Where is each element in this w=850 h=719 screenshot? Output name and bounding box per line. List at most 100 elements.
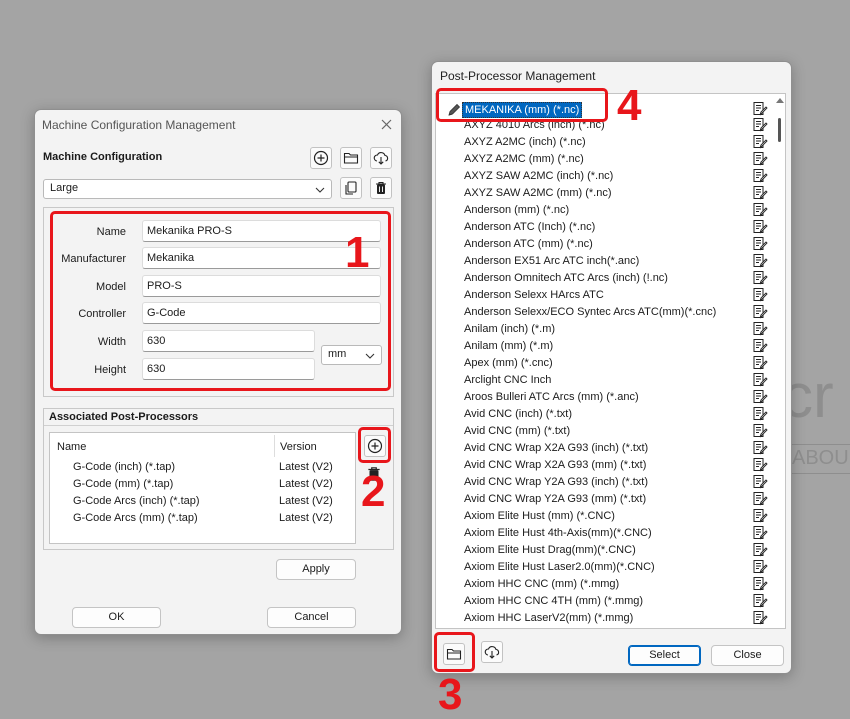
- cloud-download-button[interactable]: [370, 147, 392, 169]
- list-item[interactable]: Axiom HHC LaserV2(mm) (*.mmg): [436, 610, 768, 627]
- edit-document-icon[interactable]: [752, 440, 768, 456]
- edit-document-icon[interactable]: [752, 168, 768, 184]
- list-item[interactable]: Anderson ATC (mm) (*.nc): [436, 236, 768, 253]
- edit-document-icon[interactable]: [752, 457, 768, 473]
- edit-document-icon[interactable]: [752, 253, 768, 269]
- edit-document-icon[interactable]: [752, 593, 768, 609]
- edit-document-icon[interactable]: [752, 236, 768, 252]
- scrollbar-thumb[interactable]: [778, 118, 781, 142]
- close-icon[interactable]: [378, 116, 396, 134]
- folder-icon: [343, 152, 359, 164]
- list-item[interactable]: AXYZ SAW A2MC (inch) (*.nc): [436, 168, 768, 185]
- edit-document-icon[interactable]: [752, 542, 768, 558]
- associated-pp-title: Associated Post-Processors: [49, 411, 199, 423]
- list-item[interactable]: Axiom Elite Hust Drag(mm)(*.CNC): [436, 542, 768, 559]
- select-button[interactable]: Select: [628, 645, 701, 666]
- apply-button[interactable]: Apply: [276, 559, 356, 580]
- list-item[interactable]: Axiom HHC CNC 4TH (mm) (*.mmg): [436, 593, 768, 610]
- annotation-box-1: [50, 211, 391, 391]
- list-item-label: Avid CNC Wrap Y2A G93 (inch) (*.txt): [464, 476, 649, 488]
- list-item-label: Axiom HHC CNC (mm) (*.mmg): [464, 578, 620, 590]
- list-item[interactable]: Anderson Selexx/ECO Syntec Arcs ATC(mm)(…: [436, 304, 768, 321]
- list-item[interactable]: Avid CNC (mm) (*.txt): [436, 423, 768, 440]
- dialog-title: Machine Configuration Management: [42, 118, 236, 132]
- list-item[interactable]: AXYZ A2MC (mm) (*.nc): [436, 151, 768, 168]
- edit-document-icon[interactable]: [752, 185, 768, 201]
- list-item[interactable]: Axiom Elite Hust Laser2.0(mm)(*.CNC): [436, 559, 768, 576]
- edit-document-icon[interactable]: [752, 508, 768, 524]
- edit-document-icon[interactable]: [752, 202, 768, 218]
- edit-document-icon[interactable]: [752, 355, 768, 371]
- edit-document-icon[interactable]: [752, 372, 768, 388]
- list-item[interactable]: Avid CNC (inch) (*.txt): [436, 406, 768, 423]
- table-row[interactable]: G-Code (inch) (*.tap) Latest (V2): [50, 460, 355, 477]
- list-item[interactable]: Axiom Elite Hust 4th-Axis(mm)(*.CNC): [436, 525, 768, 542]
- column-header-version[interactable]: Version: [280, 441, 317, 453]
- edit-document-icon[interactable]: [752, 338, 768, 354]
- duplicate-machine-button[interactable]: [340, 177, 362, 199]
- edit-document-icon[interactable]: [752, 321, 768, 337]
- vertical-scrollbar[interactable]: [775, 94, 785, 628]
- machine-select[interactable]: Large: [43, 179, 332, 199]
- list-item[interactable]: Avid CNC Wrap Y2A G93 (inch) (*.txt): [436, 474, 768, 491]
- list-item[interactable]: Avid CNC Wrap X2A G93 (mm) (*.txt): [436, 457, 768, 474]
- edit-document-icon[interactable]: [752, 474, 768, 490]
- column-header-name[interactable]: Name: [57, 441, 86, 453]
- pp-version: Latest (V2): [279, 461, 333, 473]
- list-item[interactable]: Anilam (mm) (*.m): [436, 338, 768, 355]
- table-row[interactable]: G-Code Arcs (inch) (*.tap) Latest (V2): [50, 494, 355, 511]
- edit-document-icon[interactable]: [752, 389, 768, 405]
- edit-document-icon[interactable]: [752, 270, 768, 286]
- delete-machine-button[interactable]: [370, 177, 392, 199]
- list-item[interactable]: Anderson ATC (Inch) (*.nc): [436, 219, 768, 236]
- annotation-box-3: [434, 632, 475, 672]
- list-item[interactable]: Anderson EX51 Arc ATC inch(*.anc): [436, 253, 768, 270]
- list-item[interactable]: Anderson (mm) (*.nc): [436, 202, 768, 219]
- close-button[interactable]: Close: [711, 645, 784, 666]
- list-item[interactable]: AXYZ A2MC (inch) (*.nc): [436, 134, 768, 151]
- list-item[interactable]: Aroos Bulleri ATC Arcs (mm) (*.anc): [436, 389, 768, 406]
- add-machine-button[interactable]: [310, 147, 332, 169]
- list-item[interactable]: Apex (mm) (*.cnc): [436, 355, 768, 372]
- list-item[interactable]: Arclight CNC Inch: [436, 372, 768, 389]
- edit-document-icon[interactable]: [752, 610, 768, 626]
- list-item[interactable]: Axiom Elite Hust (mm) (*.CNC): [436, 508, 768, 525]
- edit-document-icon[interactable]: [752, 117, 768, 133]
- table-row[interactable]: G-Code Arcs (mm) (*.tap) Latest (V2): [50, 511, 355, 528]
- edit-document-icon[interactable]: [752, 287, 768, 303]
- edit-document-icon[interactable]: [752, 576, 768, 592]
- list-item-label: Avid CNC (inch) (*.txt): [464, 408, 572, 420]
- edit-document-icon[interactable]: [752, 151, 768, 167]
- list-item[interactable]: Avid CNC Wrap X2A G93 (inch) (*.txt): [436, 440, 768, 457]
- background-logo-text: cr: [782, 362, 834, 431]
- pp-name: G-Code Arcs (inch) (*.tap): [73, 495, 200, 507]
- edit-document-icon[interactable]: [752, 559, 768, 575]
- edit-document-icon[interactable]: [752, 219, 768, 235]
- associated-pp-divider: [44, 425, 393, 426]
- list-item-label: Anderson (mm) (*.nc): [464, 204, 570, 216]
- annotation-number-4: 4: [617, 81, 642, 130]
- scroll-up-icon[interactable]: [776, 97, 784, 103]
- edit-document-icon[interactable]: [752, 134, 768, 150]
- list-item[interactable]: Anderson Omnitech ATC Arcs (inch) (!.nc): [436, 270, 768, 287]
- list-item[interactable]: Anilam (inch) (*.m): [436, 321, 768, 338]
- post-processor-list[interactable]: MEKANIKA (mm) (*.nc) AXYZ 4010 Arcs (inc…: [435, 93, 786, 629]
- edit-document-icon[interactable]: [752, 101, 768, 117]
- ok-button[interactable]: OK: [72, 607, 161, 628]
- edit-document-icon[interactable]: [752, 304, 768, 320]
- cloud-download-icon: [373, 152, 389, 165]
- edit-document-icon[interactable]: [752, 491, 768, 507]
- edit-document-icon[interactable]: [752, 423, 768, 439]
- list-item[interactable]: AXYZ SAW A2MC (mm) (*.nc): [436, 185, 768, 202]
- edit-document-icon[interactable]: [752, 525, 768, 541]
- cancel-button[interactable]: Cancel: [267, 607, 356, 628]
- cloud-download-icon: [484, 646, 500, 659]
- associated-pp-table: Name Version G-Code (inch) (*.tap) Lates…: [49, 432, 356, 544]
- edit-document-icon[interactable]: [752, 406, 768, 422]
- cloud-download-button[interactable]: [481, 641, 503, 663]
- list-item[interactable]: Anderson Selexx HArcs ATC: [436, 287, 768, 304]
- list-item[interactable]: Avid CNC Wrap Y2A G93 (mm) (*.txt): [436, 491, 768, 508]
- open-folder-button[interactable]: [340, 147, 362, 169]
- table-row[interactable]: G-Code (mm) (*.tap) Latest (V2): [50, 477, 355, 494]
- list-item[interactable]: Axiom HHC CNC (mm) (*.mmg): [436, 576, 768, 593]
